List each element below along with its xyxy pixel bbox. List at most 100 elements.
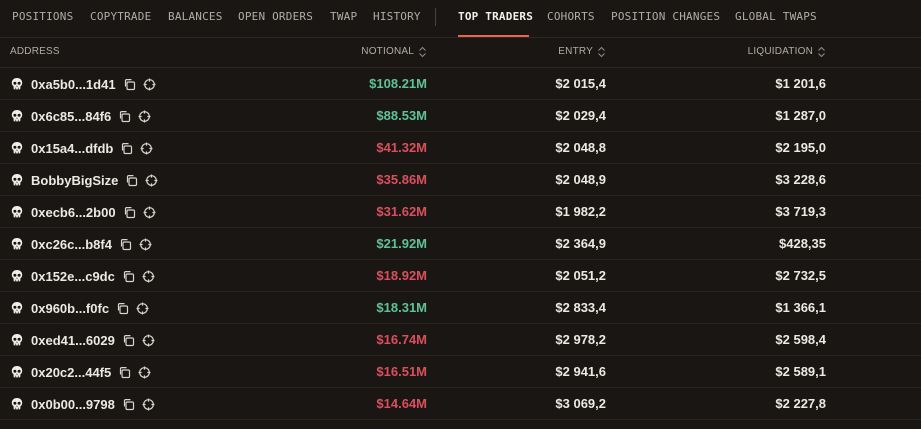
entry-value: $2 048,8	[555, 140, 606, 155]
entry-value: $1 982,2	[555, 204, 606, 219]
table-row[interactable]: 0xed41...6029 $16.74M $2 978,2 $2 598,4	[0, 324, 921, 356]
table-row[interactable]: 0x15a4...dfdb $41.32M $2 048,8 $2 195,0	[0, 132, 921, 164]
crosshair-icon[interactable]	[145, 174, 158, 187]
active-tab-indicator	[458, 35, 529, 37]
address-text[interactable]: 0x0b00...9798	[31, 397, 115, 412]
copy-icon[interactable]	[119, 238, 132, 251]
table-row[interactable]: 0x960b...f0fc $18.31M $2 833,4 $1 366,1	[0, 292, 921, 324]
skull-icon	[11, 238, 23, 250]
tab-top-traders[interactable]: TOP TRADERS	[458, 10, 533, 24]
entry-value: $2 051,2	[555, 268, 606, 283]
address-text[interactable]: 0xed41...6029	[31, 333, 115, 348]
table-row[interactable]: 0xecb6...2b00 $31.62M $1 982,2 $3 719,3	[0, 196, 921, 228]
address-text[interactable]: 0x152e...c9dc	[31, 269, 115, 284]
column-entry[interactable]: ENTRY	[558, 46, 606, 58]
table-row[interactable]: 0x6c85...84f6 $88.53M $2 029,4 $1 287,0	[0, 100, 921, 132]
address-cell: 0xa5b0...1d41	[10, 76, 156, 92]
copy-icon[interactable]	[122, 334, 135, 347]
liquidation-value: $3 228,6	[775, 172, 826, 187]
copy-icon[interactable]	[120, 142, 133, 155]
liquidation-value: $1 287,0	[775, 108, 826, 123]
copy-icon[interactable]	[118, 366, 131, 379]
tab-positions[interactable]: POSITIONS	[12, 10, 73, 24]
skull-icon	[11, 334, 23, 346]
address-text[interactable]: 0x20c2...44f5	[31, 365, 111, 380]
crosshair-icon[interactable]	[143, 206, 156, 219]
entry-value: $3 069,2	[555, 396, 606, 411]
crosshair-icon[interactable]	[142, 398, 155, 411]
liquidation-value: $2 227,8	[775, 396, 826, 411]
tab-global-twaps[interactable]: GLOBAL TWAPS	[735, 10, 817, 24]
table-header: ADDRESS NOTIONAL ENTRY LIQUIDATION	[0, 38, 921, 68]
address-text[interactable]: 0xa5b0...1d41	[31, 77, 116, 92]
copy-icon[interactable]	[125, 174, 138, 187]
crosshair-icon[interactable]	[142, 334, 155, 347]
sort-icon[interactable]	[597, 46, 606, 58]
entry-value: $2 015,4	[555, 76, 606, 91]
entry-value: $2 048,9	[555, 172, 606, 187]
crosshair-icon[interactable]	[136, 302, 149, 315]
crosshair-icon[interactable]	[143, 78, 156, 91]
address-cell: 0x20c2...44f5	[10, 364, 151, 380]
crosshair-icon[interactable]	[138, 110, 151, 123]
address-text[interactable]: 0x960b...f0fc	[31, 301, 109, 316]
crosshair-icon[interactable]	[138, 366, 151, 379]
column-notional[interactable]: NOTIONAL	[361, 46, 427, 58]
tab-balances[interactable]: BALANCES	[168, 10, 223, 24]
notional-value: $88.53M	[376, 108, 427, 123]
table-row[interactable]: 0xa5b0...1d41 $108.21M $2 015,4 $1 201,6	[0, 68, 921, 100]
tab-copytrade[interactable]: COPYTRADE	[90, 10, 151, 24]
skull-icon	[11, 270, 23, 282]
table-row[interactable]: 0x20c2...44f5 $16.51M $2 941,6 $2 589,1	[0, 356, 921, 388]
liquidation-value: $2 598,4	[775, 332, 826, 347]
crosshair-icon[interactable]	[140, 142, 153, 155]
notional-value: $18.92M	[376, 268, 427, 283]
notional-value: $35.86M	[376, 172, 427, 187]
tab-cohorts[interactable]: COHORTS	[547, 10, 595, 24]
tabs-separator	[435, 8, 436, 26]
entry-value: $2 029,4	[555, 108, 606, 123]
address-cell: 0x960b...f0fc	[10, 300, 149, 316]
copy-icon[interactable]	[116, 302, 129, 315]
sort-icon[interactable]	[418, 46, 427, 58]
skull-icon	[11, 110, 23, 122]
address-text[interactable]: 0x6c85...84f6	[31, 109, 111, 124]
crosshair-icon[interactable]	[139, 238, 152, 251]
crosshair-icon[interactable]	[142, 270, 155, 283]
tab-position-changes[interactable]: POSITION CHANGES	[611, 10, 720, 24]
tabs-bar: POSITIONS COPYTRADE BALANCES OPEN ORDERS…	[0, 0, 921, 38]
column-liquidation[interactable]: LIQUIDATION	[748, 46, 826, 58]
tab-history[interactable]: HISTORY	[373, 10, 421, 24]
address-cell: 0x152e...c9dc	[10, 268, 155, 284]
address-text[interactable]: 0xc26c...b8f4	[31, 237, 112, 252]
liquidation-value: $2 732,5	[775, 268, 826, 283]
liquidation-value: $428,35	[779, 236, 826, 251]
notional-value: $18.31M	[376, 300, 427, 315]
table-row[interactable]: 0x0b00...9798 $14.64M $3 069,2 $2 227,8	[0, 388, 921, 420]
notional-value: $14.64M	[376, 396, 427, 411]
address-text[interactable]: BobbyBigSize	[31, 173, 118, 188]
copy-icon[interactable]	[122, 398, 135, 411]
copy-icon[interactable]	[122, 270, 135, 283]
tab-twap[interactable]: TWAP	[330, 10, 357, 24]
copy-icon[interactable]	[118, 110, 131, 123]
sort-icon[interactable]	[817, 46, 826, 58]
entry-value: $2 364,9	[555, 236, 606, 251]
address-text[interactable]: 0xecb6...2b00	[31, 205, 116, 220]
address-cell: 0xc26c...b8f4	[10, 236, 152, 252]
liquidation-value: $1 366,1	[775, 300, 826, 315]
copy-icon[interactable]	[123, 78, 136, 91]
column-address-label: ADDRESS	[10, 46, 60, 57]
column-notional-label: NOTIONAL	[361, 46, 414, 57]
address-cell: 0x15a4...dfdb	[10, 140, 153, 156]
address-cell: 0x6c85...84f6	[10, 108, 151, 124]
notional-value: $16.51M	[376, 364, 427, 379]
copy-icon[interactable]	[123, 206, 136, 219]
table-row[interactable]: 0xc26c...b8f4 $21.92M $2 364,9 $428,35	[0, 228, 921, 260]
table-row[interactable]: BobbyBigSize $35.86M $2 048,9 $3 228,6	[0, 164, 921, 196]
tab-open-orders[interactable]: OPEN ORDERS	[238, 10, 313, 24]
notional-value: $21.92M	[376, 236, 427, 251]
address-text[interactable]: 0x15a4...dfdb	[31, 141, 113, 156]
column-address: ADDRESS	[10, 46, 60, 58]
table-row[interactable]: 0x152e...c9dc $18.92M $2 051,2 $2 732,5	[0, 260, 921, 292]
